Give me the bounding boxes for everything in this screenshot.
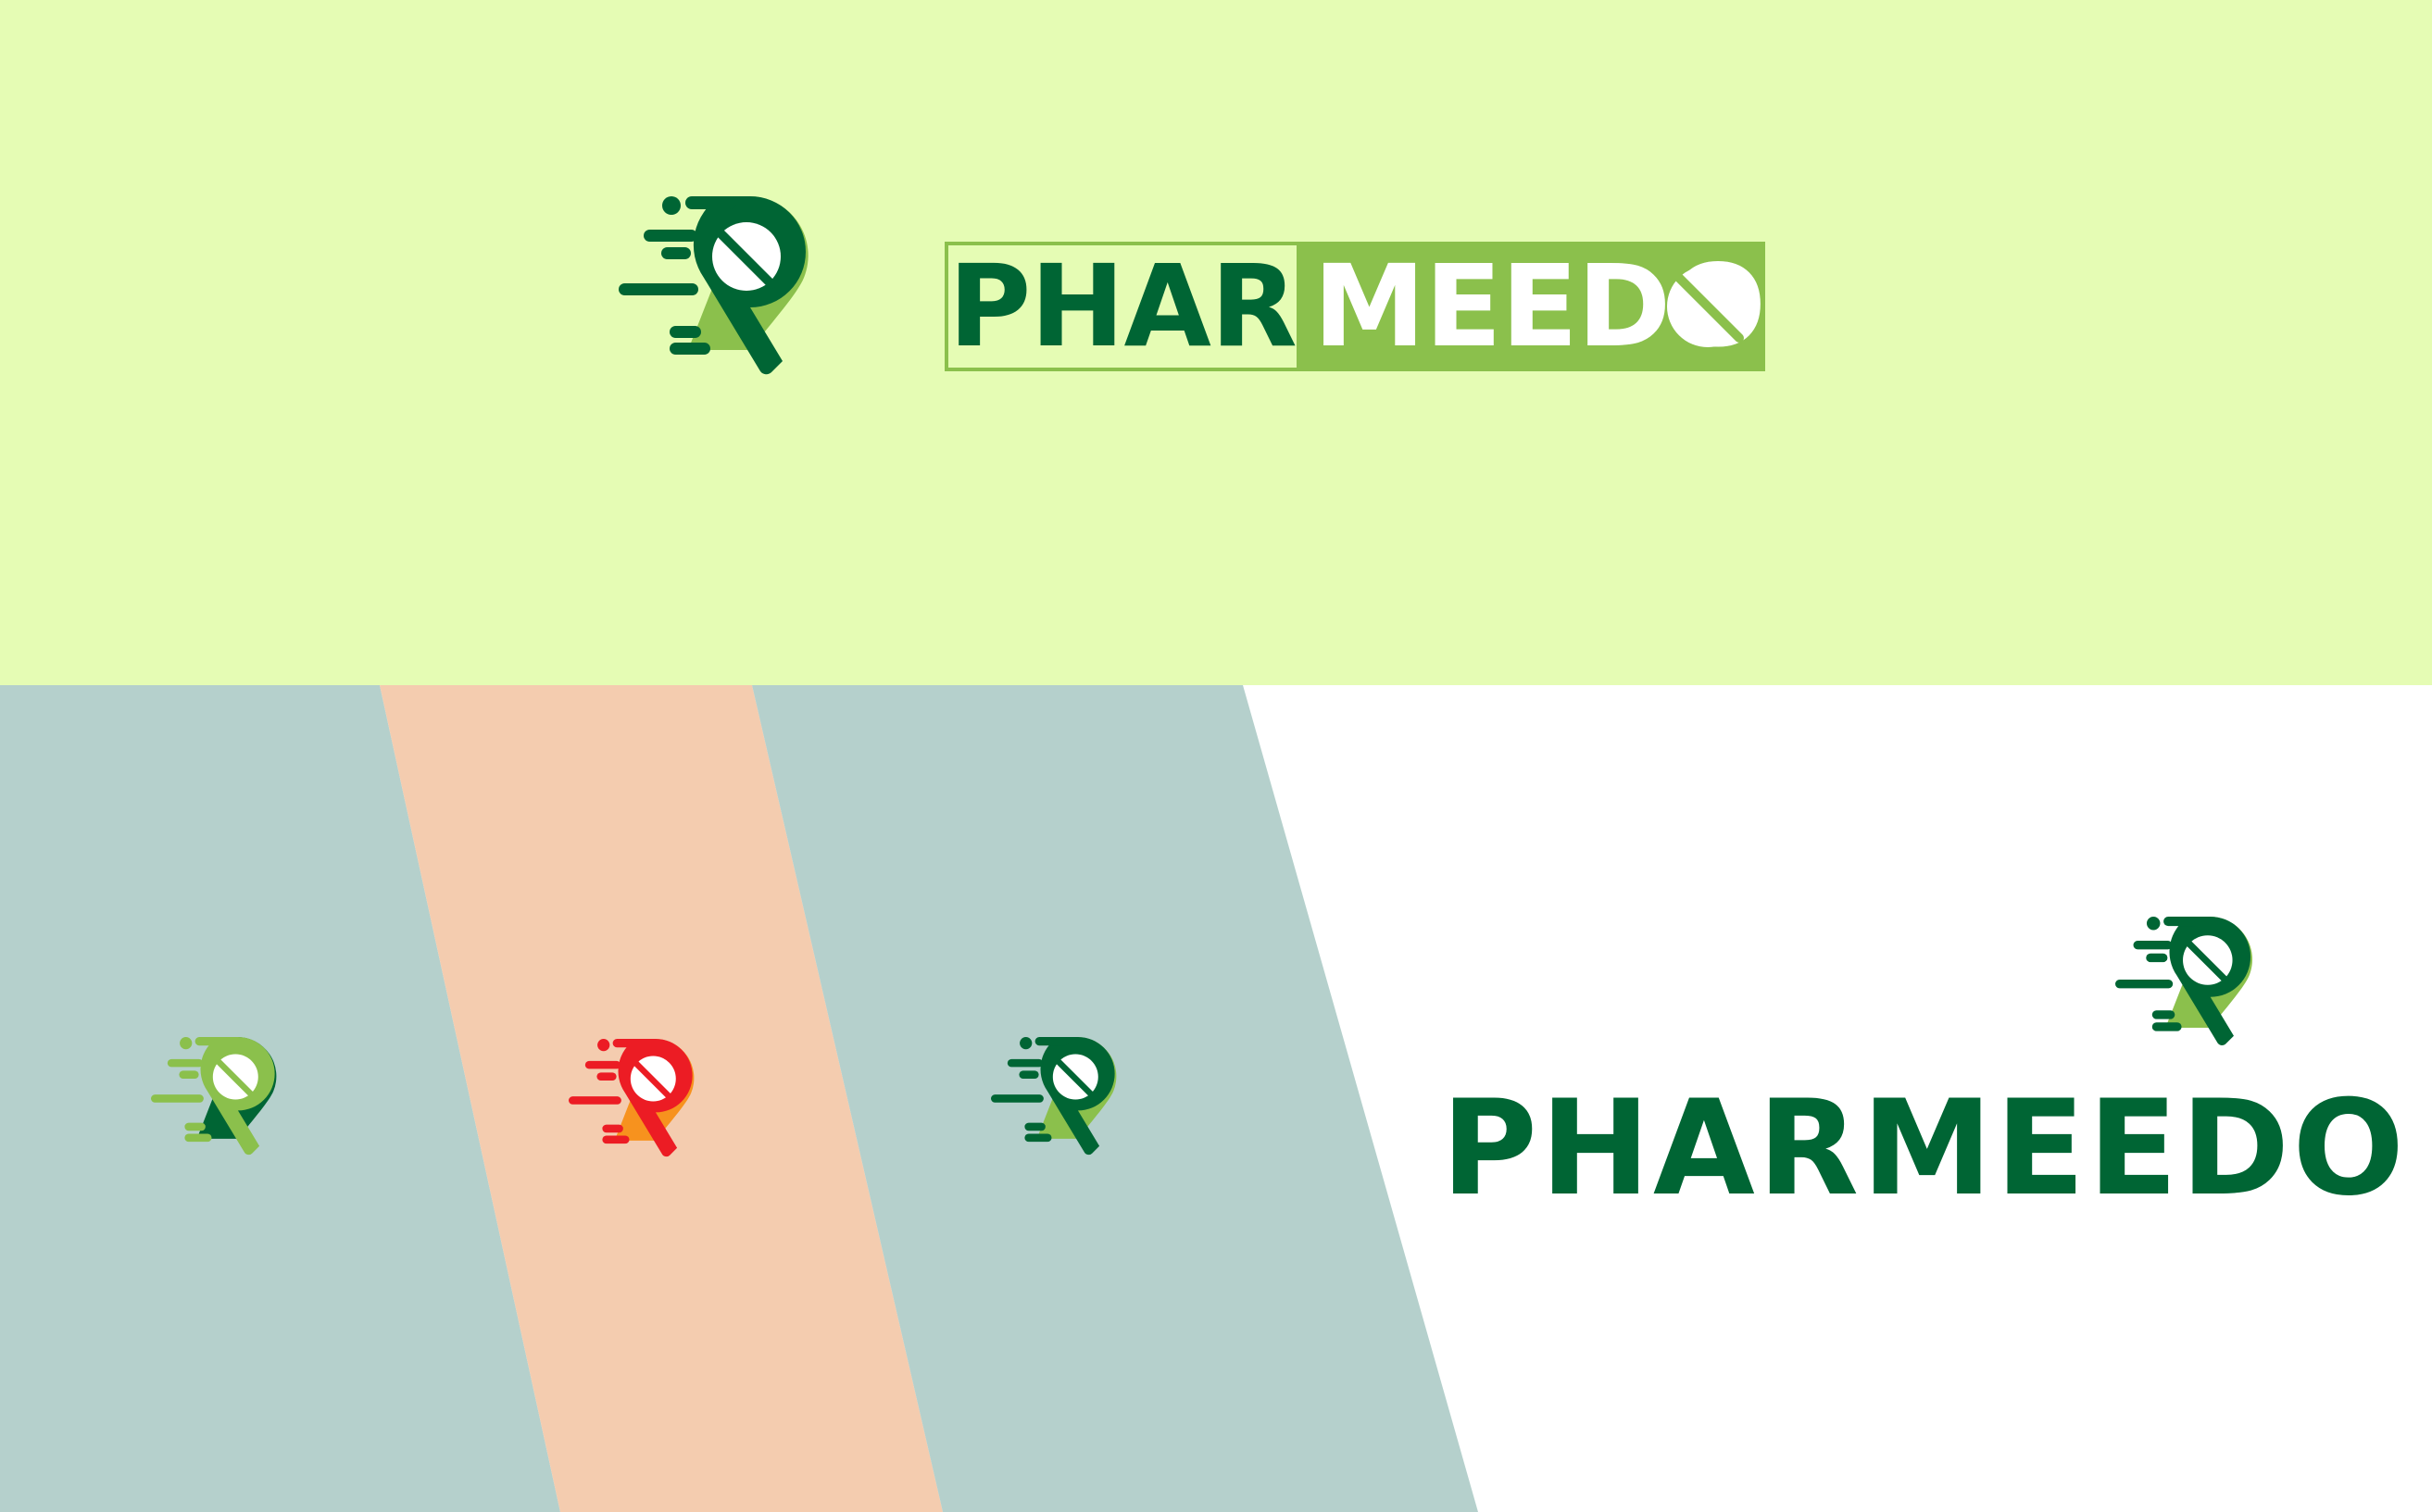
pharmacy-pin-pill-icon bbox=[569, 1039, 728, 1198]
pharmacy-pin-pill-icon bbox=[2115, 917, 2289, 1091]
pharmacy-pin-pill-icon bbox=[151, 1037, 310, 1196]
pharmacy-pin-pill-icon bbox=[619, 196, 859, 437]
pill-icon bbox=[1667, 266, 1749, 347]
pharmacy-pin-pill-icon bbox=[991, 1037, 1150, 1196]
stacked-wordmark: PHARMEEDO bbox=[1441, 1072, 2408, 1225]
wordmark-left-segment: PHAR bbox=[945, 242, 1300, 371]
horizontal-wordmark: PHAR MEEDO bbox=[945, 242, 1766, 371]
wordmark-right-segment: MEEDO bbox=[1299, 242, 1766, 371]
